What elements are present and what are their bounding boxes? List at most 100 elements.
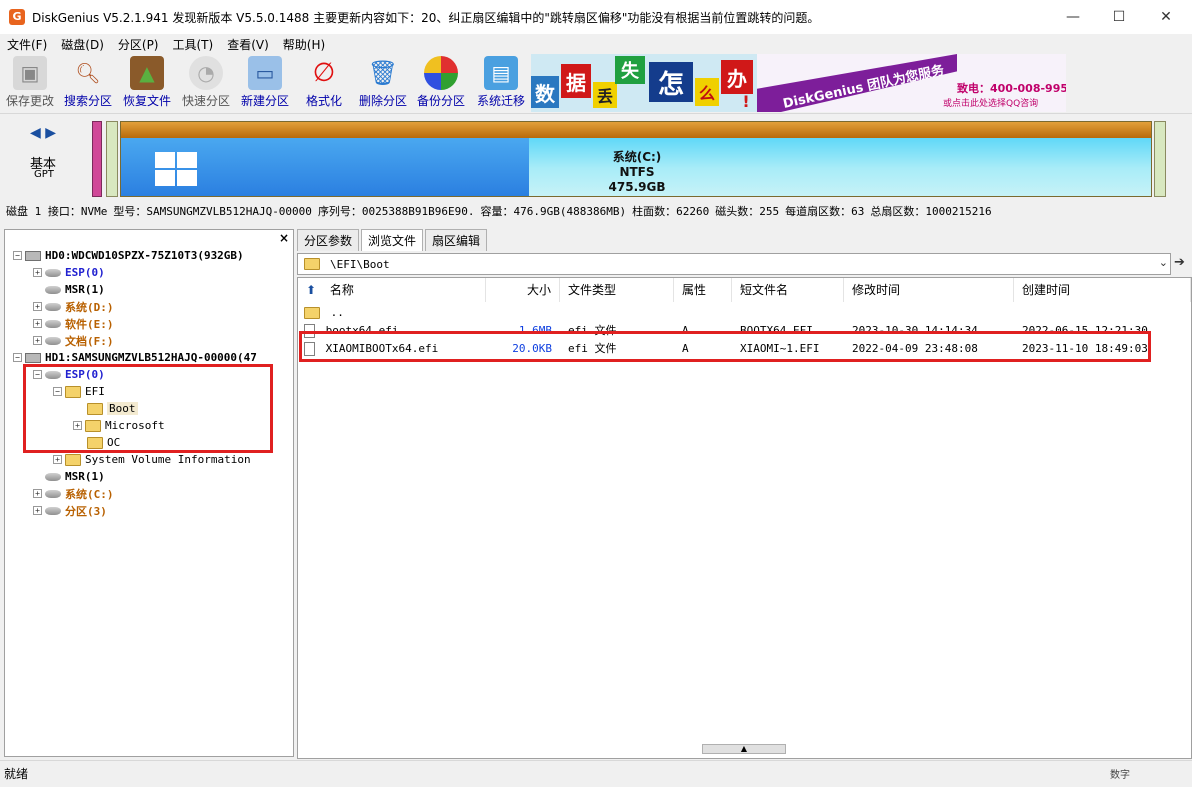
disk-nav-arrows[interactable]: ◀ ▶	[30, 125, 56, 141]
scroll-handle[interactable]: ▲	[702, 744, 786, 754]
disk-tree-pane: × − HD0:WDCWD10SPZX-75Z10T3(932GB) + ESP…	[4, 229, 294, 757]
col-header-name[interactable]: ⬆ 名称	[298, 278, 486, 302]
collapse-icon[interactable]: −	[13, 353, 22, 362]
expand-icon[interactable]: +	[33, 506, 42, 515]
system-migrate-button[interactable]: ▤ 系统迁移	[472, 56, 530, 112]
col-header-attr[interactable]: 属性	[674, 278, 732, 302]
harddisk-icon	[25, 250, 41, 261]
partition-msr-block[interactable]	[106, 121, 118, 197]
tab-browse-files[interactable]: 浏览文件	[361, 229, 424, 251]
tree-node-esp0[interactable]: + ESP(0)	[33, 264, 105, 281]
new-partition-icon: ▭	[248, 56, 282, 90]
tree-node-c[interactable]: + 系统(C:)	[33, 485, 114, 502]
menu-partition[interactable]: 分区(P)	[111, 36, 166, 53]
partition-icon	[45, 285, 61, 294]
format-button[interactable]: ∅ 格式化	[298, 56, 350, 112]
tree-node-e[interactable]: + 软件(E:)	[33, 315, 114, 332]
save-changes-button[interactable]: ▣ 保存更改	[2, 56, 58, 112]
title-bar: G DiskGenius V5.2.1.941 发现新版本 V5.5.0.148…	[0, 0, 1192, 34]
chevron-down-icon[interactable]: ⌄	[1159, 256, 1168, 269]
backup-icon	[424, 56, 458, 90]
menu-bar: 文件(F) 磁盘(D) 分区(P) 工具(T) 查看(V) 帮助(H)	[0, 34, 1192, 54]
partition-icon	[45, 489, 61, 498]
minimize-button[interactable]: —	[1050, 0, 1096, 34]
partition-icon	[45, 302, 61, 311]
menu-help[interactable]: 帮助(H)	[276, 36, 332, 53]
toolbar-label: 搜索分区	[63, 94, 112, 108]
recover-files-button[interactable]: ▲ 恢复文件	[118, 56, 176, 112]
toolbar-label: 恢复文件	[122, 94, 171, 108]
harddisk-icon	[25, 352, 41, 363]
tree-node-f[interactable]: + 文档(F:)	[33, 332, 114, 349]
tree-node-d[interactable]: + 系统(D:)	[33, 298, 114, 315]
windows-logo-icon	[155, 152, 199, 188]
tree-node-system-volume-information[interactable]: + System Volume Information	[53, 451, 251, 468]
menu-disk[interactable]: 磁盘(D)	[54, 36, 111, 53]
file-name: ..	[304, 304, 344, 322]
backup-partition-button[interactable]: 备份分区	[412, 56, 470, 112]
expand-icon[interactable]: +	[33, 489, 42, 498]
tab-sector-editor[interactable]: 扇区编辑	[425, 229, 488, 251]
partition-label: 系统(C:) NTFS 475.9GB	[601, 150, 673, 195]
new-partition-button[interactable]: ▭ 新建分区	[236, 56, 294, 112]
partition-c-block[interactable]: 系统(C:) NTFS 475.9GB	[120, 121, 1152, 197]
partition-icon	[45, 472, 61, 481]
file-row[interactable]: ..	[298, 304, 1191, 322]
highlight-efi-tree	[23, 364, 273, 453]
status-bar: 就绪 数字	[0, 760, 1192, 787]
partition-icon	[45, 506, 61, 515]
folder-icon	[304, 258, 320, 270]
up-arrow-icon[interactable]: ⬆	[306, 283, 316, 297]
col-header-mtime[interactable]: 修改时间	[844, 278, 1014, 302]
partition-size: 475.9GB	[608, 180, 666, 194]
col-header-ctime[interactable]: 创建时间	[1014, 278, 1191, 302]
menu-file[interactable]: 文件(F)	[0, 36, 54, 53]
path-field[interactable]: \EFI\Boot ⌄	[297, 253, 1171, 275]
collapse-icon[interactable]: −	[13, 251, 22, 260]
partition-tail-block[interactable]	[1154, 121, 1166, 197]
partition-icon	[45, 336, 61, 345]
tab-partition-params[interactable]: 分区参数	[297, 229, 360, 251]
tree-label: 系统(D:)	[65, 300, 114, 314]
col-header-shortname[interactable]: 短文件名	[732, 278, 844, 302]
expand-icon[interactable]: +	[33, 336, 42, 345]
expand-icon[interactable]: +	[33, 268, 42, 277]
expand-icon[interactable]: +	[33, 319, 42, 328]
toolbar-label: 备份分区	[416, 94, 465, 108]
tree-node-hd0[interactable]: − HD0:WDCWD10SPZX-75Z10T3(932GB)	[13, 247, 244, 264]
search-partition-button[interactable]: 🔍︎ 搜索分区	[60, 56, 116, 112]
maximize-button[interactable]: ☐	[1096, 0, 1142, 34]
col-header-type[interactable]: 文件类型	[560, 278, 674, 302]
magnifier-icon: 🔍︎	[75, 61, 101, 85]
highlight-xiaomi-row	[299, 331, 1151, 362]
tree-node-msr1[interactable]: MSR(1)	[45, 281, 105, 298]
recover-icon: ▲	[130, 56, 164, 90]
quick-partition-button[interactable]: ◔ 快速分区	[178, 56, 234, 112]
tree-node-partition3[interactable]: + 分区(3)	[33, 502, 107, 519]
partition-name: 系统(C:)	[612, 150, 662, 164]
toolbar-label: 保存更改	[5, 94, 54, 108]
tree-label: 软件(E:)	[65, 317, 114, 331]
banner-phone: 致电：400-008-9958	[957, 82, 1066, 95]
folder-icon	[304, 307, 320, 319]
ad-banner[interactable]: 数 据 丢 失 怎 么 办 ! DiskGenius 团队为您服务 致电：400…	[531, 54, 1066, 112]
go-arrow-icon[interactable]: ➔	[1174, 255, 1185, 270]
partition-fs: NTFS	[619, 165, 655, 179]
partition-esp-block[interactable]	[92, 121, 102, 197]
delete-partition-button[interactable]: 🗑︎ 删除分区	[354, 56, 412, 112]
tree-label: MSR(1)	[65, 470, 105, 483]
close-button[interactable]: ✕	[1143, 0, 1189, 34]
app-logo-icon: G	[9, 9, 25, 25]
col-header-size[interactable]: 大小	[486, 278, 560, 302]
close-pane-icon[interactable]: ×	[279, 231, 289, 245]
disk-partition-style: GPT	[34, 169, 54, 180]
menu-tools[interactable]: 工具(T)	[166, 36, 221, 53]
menu-view[interactable]: 查看(V)	[220, 36, 276, 53]
disk-serial: 序列号：0025388B91B96E90.	[317, 205, 475, 218]
disk-model: 型号：SAMSUNGMZVLB512HAJQ-00000	[113, 205, 312, 218]
expand-icon[interactable]: +	[33, 302, 42, 311]
tree-label: 系统(C:)	[65, 487, 114, 501]
tree-node-hd1-msr1[interactable]: MSR(1)	[45, 468, 105, 485]
expand-icon[interactable]: +	[53, 455, 62, 464]
banner-tiles: 数 据 丢 失 怎 么 办 !	[531, 54, 757, 112]
